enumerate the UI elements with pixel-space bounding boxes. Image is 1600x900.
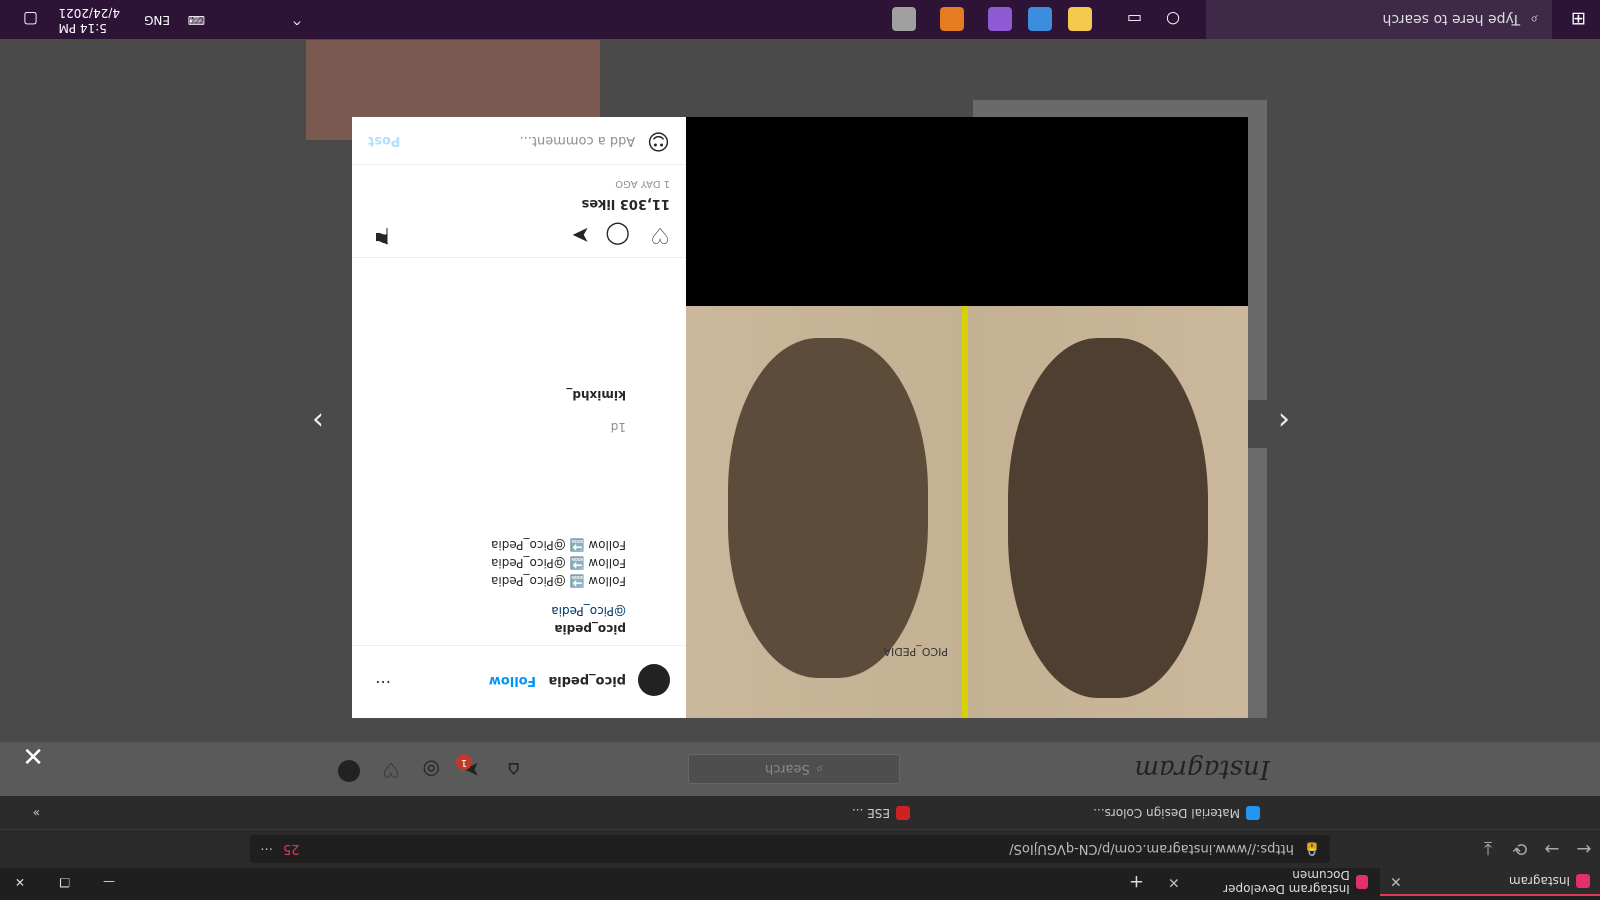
maximize-icon[interactable]: ❐ [50,868,80,896]
post-actions: ♡ ◯ ➤ ⚑ 11,303 likes 1 DAY AGO [352,167,686,258]
tab-developer-docs[interactable]: Instagram Developer Documen ✕ [1158,868,1378,896]
downloads-icon[interactable]: ⤓ [1472,839,1504,860]
bookmarks-bar: Material Design Colors... ESE ... » [0,795,1600,830]
instagram-logo[interactable]: Instagram [1134,754,1270,784]
new-tab-button[interactable]: + [1124,868,1154,896]
start-icon[interactable]: ⊞ [1571,8,1586,29]
tab-title: Instagram [1508,874,1570,888]
save-icon[interactable]: ⚑ [372,222,392,247]
caption-age: 1d [610,420,626,434]
caption-author[interactable]: pico_pedia [370,620,626,638]
task-view-icon[interactable]: ▭ [1127,10,1142,29]
taskbar-search[interactable]: ⌕ Type here to search [1206,0,1552,39]
back-icon[interactable]: ← [1568,839,1600,860]
tray-expand-icon[interactable]: ^ [292,13,302,27]
activity-icon[interactable]: ♡ [382,758,400,782]
follow-line: Follow 🔜 @Pico_Pedia [491,556,626,570]
instagram-search-input[interactable]: ⌕ Search [688,754,900,784]
bookmark-ese[interactable]: ESE ... [852,806,910,820]
search-icon: ⌕ [1530,11,1538,28]
home-icon[interactable]: ⌂ [507,758,520,782]
post-sidebar: pico_pedia Follow ⋯ pico_pedia @Pico_Ped… [352,117,686,718]
material-colors-icon [1246,806,1260,820]
bookmark-material-design[interactable]: Material Design Colors... [1093,806,1260,820]
visual-studio-icon[interactable] [988,7,1012,31]
commenter[interactable]: kimixhd_ [370,386,626,404]
screen: Instagram ✕ Instagram Developer Documen … [0,0,1600,900]
explore-icon[interactable]: ◎ [423,758,440,782]
divider-line [962,306,968,718]
notification-badge: 1 [456,754,472,770]
tab-instagram[interactable]: Instagram ✕ [1380,868,1600,896]
post-text-banner [686,117,1248,306]
close-tab-icon[interactable]: ✕ [1168,874,1180,890]
taskbar: ⊞ ⌕ Type here to search ○ ▭ ^ ⌨ ENG 5:14… [0,0,1600,39]
emoji-icon[interactable]: ☺ [647,128,670,153]
firefox-icon[interactable] [940,7,964,31]
clock-date: 4/24/2021 [58,6,120,20]
browser-tabstrip: Instagram ✕ Instagram Developer Documen … [0,868,1600,900]
app-icon[interactable] [1028,7,1052,31]
bird-silhouette [1008,338,1208,698]
search-icon: ⌕ [815,761,823,777]
share-icon[interactable]: ➤ [572,222,590,247]
app-icon[interactable] [1068,7,1092,31]
language-indicator[interactable]: ENG [144,13,170,27]
more-icon[interactable]: ⋯ [260,842,273,857]
tab-title: Instagram Developer Documen [1223,868,1350,896]
caption-mention[interactable]: @Pico_Pedia [370,602,626,620]
follow-line: Follow 🔜 @Pico_Pedia [491,574,626,588]
taskbar-search-placeholder: Type here to search [1382,11,1521,28]
cortana-icon[interactable]: ○ [1166,10,1180,29]
bookmarks-expand-icon[interactable]: » [33,806,40,820]
lock-icon: 🔒 [1303,841,1320,857]
next-post-icon[interactable]: › [312,403,324,438]
instagram-favicon-icon [1355,875,1368,889]
address-bar[interactable]: 🔒 https://www.instagram.com/p/CN-qVGUjIo… [250,835,1330,863]
close-modal-icon[interactable]: ✕ [22,740,44,770]
instagram-favicon-icon [1576,874,1590,888]
search-placeholder: Search [765,761,810,777]
bookmark-icon [896,806,910,820]
comment-input[interactable]: Add a comment... [412,133,636,148]
close-window-icon[interactable]: ✕ [5,868,35,896]
notifications-icon[interactable]: ▢ [23,10,38,29]
post-comments: pico_pedia @Pico_Pedia Follow 🔜 @Pico_Pe… [370,308,670,638]
post-comment-button[interactable]: Post [368,133,400,148]
like-icon[interactable]: ♡ [650,222,670,247]
comment-icon[interactable]: ◯ [605,222,630,247]
address-url: https://www.instagram.com/p/CN-qVGUjIoS/ [1009,841,1294,857]
previous-post-icon[interactable]: ‹ [1278,403,1290,438]
penguin-silhouette [728,338,928,678]
author-avatar[interactable] [638,664,670,696]
post-header: pico_pedia Follow ⋯ [352,645,686,718]
reload-icon[interactable]: ⟳ [1504,839,1536,860]
post-author[interactable]: pico_pedia [548,673,626,688]
clock-time: 5:14 PM [58,21,107,35]
forward-icon[interactable]: → [1536,839,1568,860]
post-time: 1 DAY AGO [615,178,670,189]
bookmark-label: ESE ... [851,806,890,820]
avatar[interactable] [338,760,360,782]
follow-line: Follow 🔜 @Pico_Pedia [491,538,626,552]
likes-count[interactable]: 11,303 likes [582,196,670,211]
comment-box: ☺ Add a comment... Post [352,117,686,165]
post-watermark: PICO_PEDIA [883,645,948,658]
clock[interactable]: 5:14 PM 4/24/2021 [58,5,120,35]
minimize-icon[interactable]: — [95,868,125,896]
close-tab-icon[interactable]: ✕ [1390,873,1402,889]
post-image: PICO_PEDIA [686,117,1248,718]
instagram-header: Instagram ⌕ Search ⌂ ➤ 1 ◎ ♡ [0,742,1600,796]
bookmark-label: Material Design Colors... [1093,806,1240,820]
more-options-icon[interactable]: ⋯ [375,673,391,692]
follow-button[interactable]: Follow [489,673,536,688]
keyboard-icon[interactable]: ⌨ [188,13,205,27]
extension-badge[interactable]: 25 [283,842,300,857]
app-icon[interactable] [892,7,916,31]
post-photo: PICO_PEDIA [686,306,1248,718]
